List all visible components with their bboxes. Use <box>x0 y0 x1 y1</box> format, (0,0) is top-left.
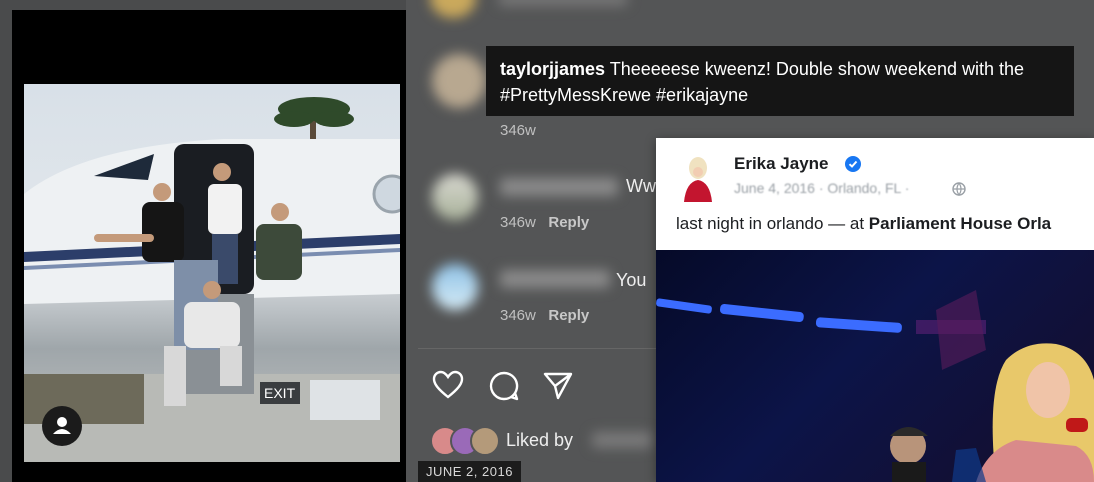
divider <box>418 348 656 349</box>
blurred-comment-username <box>500 270 610 288</box>
concert-photo[interactable] <box>656 250 1094 482</box>
caption-avatar[interactable] <box>432 54 486 108</box>
user-icon[interactable] <box>42 406 82 446</box>
verified-badge-icon <box>845 156 861 172</box>
reply-button[interactable]: Reply <box>548 214 589 231</box>
author-avatar[interactable] <box>680 156 716 202</box>
author-name[interactable]: Erika Jayne <box>734 154 829 174</box>
post-date: JUNE 2, 2016 <box>418 461 521 482</box>
reply-button[interactable]: Reply <box>548 307 589 324</box>
comment-snippet: You <box>616 270 647 290</box>
svg-text:EXIT: EXIT <box>264 385 296 401</box>
caption-age: 346w <box>500 122 536 139</box>
blurred-comment-username <box>500 178 618 196</box>
liked-by-label: Liked by <box>506 430 574 450</box>
liked-by-avatars[interactable] <box>430 426 500 456</box>
comment-avatar[interactable] <box>432 174 478 220</box>
globe-icon <box>952 182 966 196</box>
send-icon[interactable] <box>542 370 574 402</box>
post-meta: June 4, 2016 · Orlando, FL · <box>734 180 910 196</box>
blurred-comment-text <box>498 0 628 6</box>
embedded-post-text: last night in orlando — at Parliament Ho… <box>676 214 1052 233</box>
blurred-liker-name <box>592 432 652 448</box>
caption-username[interactable]: taylorjjames <box>500 59 605 79</box>
comment-snippet: Ww <box>626 176 656 196</box>
heart-icon[interactable] <box>432 370 464 400</box>
comment-meta: 346w Reply <box>500 307 590 324</box>
embedded-post-card[interactable]: Erika Jayne June 4, 2016 · Orlando, FL ·… <box>656 138 1094 482</box>
comment-icon[interactable] <box>488 370 520 402</box>
comment-avatar[interactable] <box>432 264 478 310</box>
caption-comment: taylorjjames Theeeeese kweenz! Double sh… <box>486 46 1074 116</box>
comment-meta: 346w Reply <box>500 214 590 231</box>
place-link[interactable]: Parliament House Orla <box>869 214 1051 233</box>
